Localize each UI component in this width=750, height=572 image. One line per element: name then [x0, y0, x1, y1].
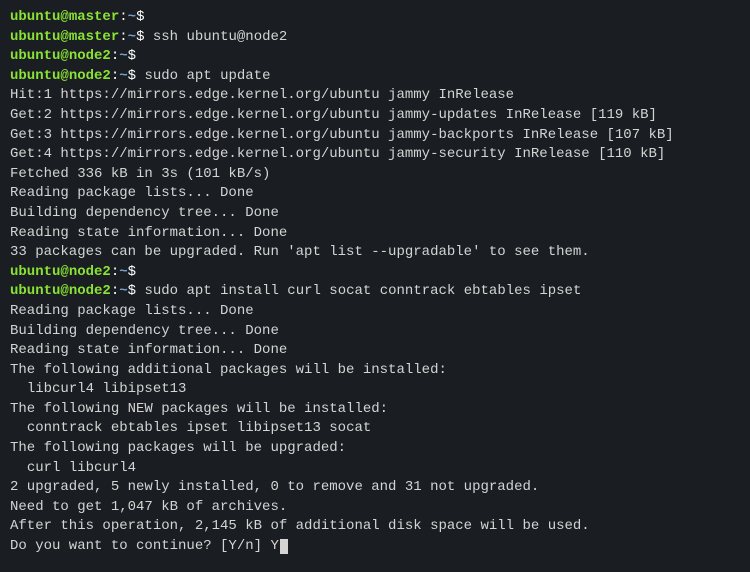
terminal-line: Reading state information... Done	[10, 341, 740, 361]
prompt-colon: :	[119, 9, 127, 25]
output-text: Building dependency tree... Done	[10, 205, 279, 221]
terminal-line: Get:2 https://mirrors.edge.kernel.org/ub…	[10, 106, 740, 126]
prompt-host: node2	[69, 68, 111, 84]
terminal-line: ubuntu@node2:~$	[10, 263, 740, 283]
prompt-dollar: $	[136, 29, 144, 45]
prompt-dollar: $	[128, 264, 136, 280]
prompt-user: ubuntu	[10, 29, 60, 45]
prompt-command: sudo apt update	[144, 68, 270, 84]
output-text: Need to get 1,047 kB of archives.	[10, 499, 287, 515]
terminal-line: After this operation, 2,145 kB of additi…	[10, 517, 740, 537]
prompt-path: ~	[128, 29, 136, 45]
prompt-dollar: $	[128, 48, 136, 64]
terminal-line: The following additional packages will b…	[10, 361, 740, 381]
terminal-line: Reading state information... Done	[10, 224, 740, 244]
terminal-line: Reading package lists... Done	[10, 184, 740, 204]
prompt-colon: :	[111, 48, 119, 64]
output-text: Get:4 https://mirrors.edge.kernel.org/ub…	[10, 146, 665, 162]
prompt-dollar: $	[128, 68, 136, 84]
prompt-user: ubuntu	[10, 283, 60, 299]
output-text: Reading package lists... Done	[10, 303, 254, 319]
terminal-line: The following NEW packages will be insta…	[10, 400, 740, 420]
output-text: Reading state information... Done	[10, 342, 287, 358]
terminal-line: 2 upgraded, 5 newly installed, 0 to remo…	[10, 478, 740, 498]
terminal-line: conntrack ebtables ipset libipset13 soca…	[10, 419, 740, 439]
output-text: Reading package lists... Done	[10, 185, 254, 201]
prompt-at: @	[60, 9, 68, 25]
prompt-path: ~	[119, 283, 127, 299]
terminal-line: libcurl4 libipset13	[10, 380, 740, 400]
prompt-host: master	[69, 9, 119, 25]
cursor	[280, 539, 288, 554]
prompt-colon: :	[119, 29, 127, 45]
terminal-line: Building dependency tree... Done	[10, 322, 740, 342]
prompt-user: ubuntu	[10, 9, 60, 25]
terminal-line: ubuntu@master:~$ ssh ubuntu@node2	[10, 28, 740, 48]
prompt-user: ubuntu	[10, 48, 60, 64]
prompt-colon: :	[111, 283, 119, 299]
output-text: 2 upgraded, 5 newly installed, 0 to remo…	[10, 479, 539, 495]
output-text: The following packages will be upgraded:	[10, 440, 346, 456]
output-text: Building dependency tree... Done	[10, 323, 279, 339]
output-text: 33 packages can be upgraded. Run 'apt li…	[10, 244, 590, 260]
terminal-line: Building dependency tree... Done	[10, 204, 740, 224]
terminal-line: ubuntu@master:~$	[10, 8, 740, 28]
output-text: The following NEW packages will be insta…	[10, 401, 388, 417]
output-text: Get:3 https://mirrors.edge.kernel.org/ub…	[10, 127, 674, 143]
prompt-host: node2	[69, 48, 111, 64]
prompt-path: ~	[119, 68, 127, 84]
prompt-command: ssh ubuntu@node2	[153, 29, 287, 45]
output-text: curl libcurl4	[10, 460, 136, 476]
input-prompt-text: Do you want to continue? [Y/n]	[10, 538, 270, 554]
terminal-line: The following packages will be upgraded:	[10, 439, 740, 459]
prompt-at: @	[60, 283, 68, 299]
terminal-line: ubuntu@node2:~$ sudo apt update	[10, 67, 740, 87]
prompt-host: master	[69, 29, 119, 45]
prompt-at: @	[60, 48, 68, 64]
prompt-at: @	[60, 29, 68, 45]
prompt-at: @	[60, 264, 68, 280]
prompt-command: sudo apt install curl socat conntrack eb…	[144, 283, 581, 299]
terminal-line: 33 packages can be upgraded. Run 'apt li…	[10, 243, 740, 263]
terminal-line: Fetched 336 kB in 3s (101 kB/s)	[10, 165, 740, 185]
output-text: Reading state information... Done	[10, 225, 287, 241]
prompt-dollar: $	[128, 283, 136, 299]
terminal-line: Reading package lists... Done	[10, 302, 740, 322]
output-text: conntrack ebtables ipset libipset13 soca…	[10, 420, 371, 436]
output-text: libcurl4 libipset13	[10, 381, 186, 397]
terminal-line: ubuntu@node2:~$	[10, 47, 740, 67]
prompt-user: ubuntu	[10, 264, 60, 280]
prompt-path: ~	[128, 9, 136, 25]
output-text: The following additional packages will b…	[10, 362, 447, 378]
prompt-colon: :	[111, 68, 119, 84]
prompt-host: node2	[69, 264, 111, 280]
prompt-host: node2	[69, 283, 111, 299]
terminal-line: Hit:1 https://mirrors.edge.kernel.org/ub…	[10, 86, 740, 106]
terminal-line: Do you want to continue? [Y/n] Y	[10, 537, 740, 557]
prompt-dollar: $	[136, 9, 144, 25]
output-text: Fetched 336 kB in 3s (101 kB/s)	[10, 166, 270, 182]
terminal-line: ubuntu@node2:~$ sudo apt install curl so…	[10, 282, 740, 302]
terminal-line: Get:4 https://mirrors.edge.kernel.org/ub…	[10, 145, 740, 165]
terminal-line: Get:3 https://mirrors.edge.kernel.org/ub…	[10, 126, 740, 146]
prompt-at: @	[60, 68, 68, 84]
user-input[interactable]: Y	[270, 538, 278, 554]
output-text: Hit:1 https://mirrors.edge.kernel.org/ub…	[10, 87, 514, 103]
prompt-user: ubuntu	[10, 68, 60, 84]
terminal-output[interactable]: ubuntu@master:~$ ubuntu@master:~$ ssh ub…	[10, 8, 740, 557]
prompt-path: ~	[119, 48, 127, 64]
output-text: Get:2 https://mirrors.edge.kernel.org/ub…	[10, 107, 657, 123]
output-text: After this operation, 2,145 kB of additi…	[10, 518, 590, 534]
terminal-line: Need to get 1,047 kB of archives.	[10, 498, 740, 518]
terminal-line: curl libcurl4	[10, 459, 740, 479]
prompt-colon: :	[111, 264, 119, 280]
prompt-path: ~	[119, 264, 127, 280]
